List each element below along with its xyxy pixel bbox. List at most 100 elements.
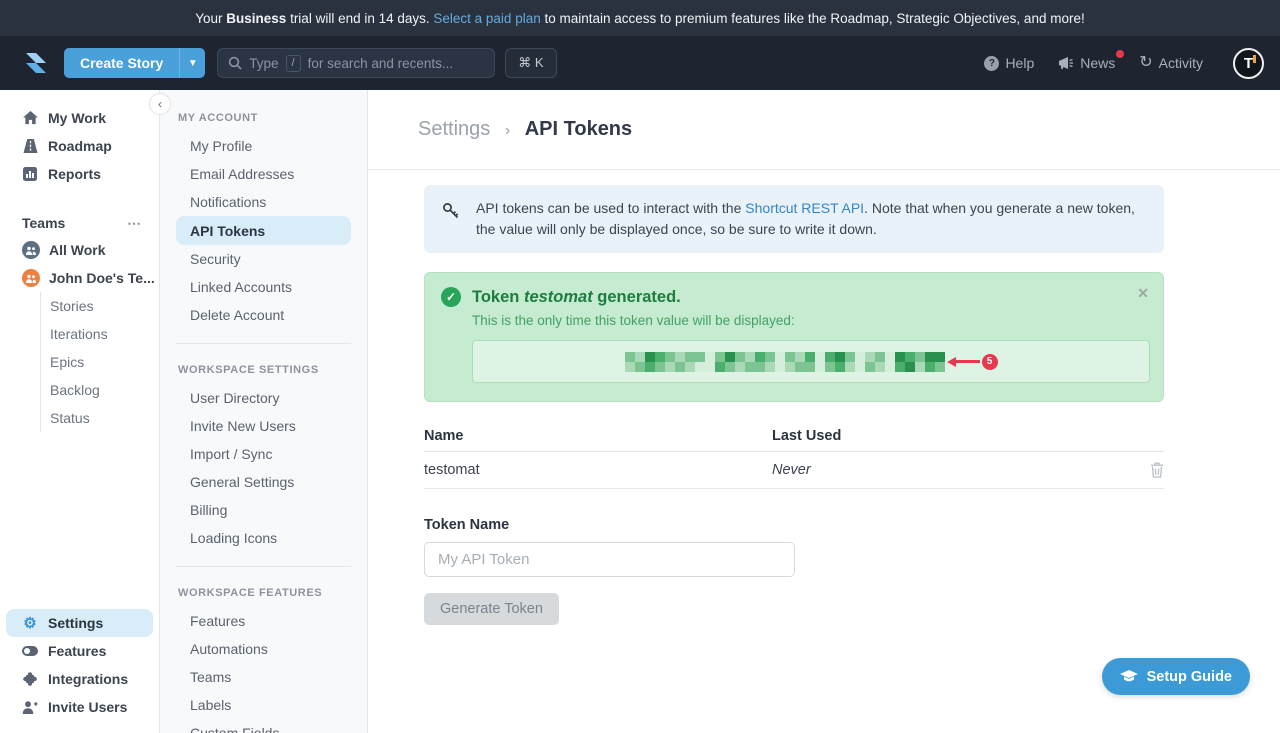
user-avatar[interactable]: T [1233,48,1264,79]
sidebar-item-backlog[interactable]: Backlog [41,376,159,404]
close-icon[interactable]: ✕ [1137,285,1149,302]
activity-button[interactable]: ↻ Activity [1139,55,1203,71]
redacted-token-mosaic [625,352,945,372]
info-text: API tokens can be used to interact with … [476,198,1146,240]
top-navbar: Create Story ▼ Type / for search and rec… [0,36,1280,90]
settings-nav-automations[interactable]: Automations [160,635,367,663]
sidebar-item-reports[interactable]: Reports [0,160,159,188]
person-plus-icon [22,701,38,714]
create-story-caret-icon[interactable]: ▼ [179,48,205,78]
bar-chart-icon [22,167,38,181]
token-name-label: Token Name [424,517,1164,533]
trial-banner: Your Business trial will end in 14 days.… [0,0,1280,36]
help-label: Help [1005,55,1034,71]
generate-token-button[interactable]: Generate Token [424,593,559,625]
news-button[interactable]: News [1058,55,1115,71]
help-button[interactable]: ? Help [984,55,1034,71]
alert-subtitle: This is the only time this token value w… [472,313,1147,328]
table-header-row: Name Last Used [424,420,1164,452]
puzzle-icon [22,672,38,686]
settings-nav-loading-icons[interactable]: Loading Icons [160,524,367,552]
sidebar-item-roadmap[interactable]: Roadmap [0,132,159,160]
trial-text-suffix: to maintain access to premium features l… [541,11,1085,26]
settings-nav-linked-accounts[interactable]: Linked Accounts [160,273,367,301]
trial-text-middle: trial will end in 14 days. [286,11,433,26]
settings-nav-labels[interactable]: Labels [160,691,367,719]
token-name-input[interactable] [424,542,795,577]
search-type-label: Type [249,56,278,71]
sidebar-item-my-work[interactable]: My Work [0,104,159,132]
page-title: API Tokens [525,118,632,140]
cmd-k-shortcut-badge[interactable]: ⌘ K [505,48,556,78]
settings-nav-import-sync[interactable]: Import / Sync [160,440,367,468]
sidebar-item-stories[interactable]: Stories [41,292,159,320]
sidebar-item-label: Settings [48,615,103,631]
news-label: News [1080,55,1115,71]
gear-icon: ⚙ [22,614,38,632]
alert-title: Token testomat generated. [472,288,681,307]
annotation-arrow: 5 [947,354,998,370]
settings-nav-general-settings[interactable]: General Settings [160,468,367,496]
megaphone-icon [1058,56,1074,70]
column-header-name: Name [424,428,772,444]
settings-nav-section-header: WORKSPACE SETTINGS [160,356,367,384]
setup-guide-button[interactable]: Setup Guide [1102,658,1250,695]
home-icon [22,111,38,125]
settings-nav-teams[interactable]: Teams [160,663,367,691]
news-notification-dot [1116,50,1124,58]
search-input[interactable]: Type / for search and recents... [217,48,495,78]
sidebar-item-iterations[interactable]: Iterations [41,320,159,348]
sidebar-item-status[interactable]: Status [41,404,159,432]
sidebar-item-all-work[interactable]: All Work [0,236,159,264]
settings-nav-my-profile[interactable]: My Profile [160,132,367,160]
sidebar-item-invite-users[interactable]: Invite Users [6,693,153,721]
delete-token-icon[interactable] [1150,462,1164,478]
arrow-head-icon [947,357,956,367]
create-story-label[interactable]: Create Story [64,48,179,78]
sidebar-item-epics[interactable]: Epics [41,348,159,376]
graduation-cap-icon [1120,670,1138,684]
team-label: All Work [49,242,106,258]
sidebar-item-label: Roadmap [48,138,112,154]
info-text-before: API tokens can be used to interact with … [476,200,745,216]
search-placeholder: for search and recents... [308,56,454,71]
shortcut-logo-icon[interactable] [20,47,52,79]
activity-icon: ↻ [1139,55,1152,71]
teams-menu-icon[interactable]: ⋯ [127,215,143,232]
slash-key-badge: / [286,55,301,72]
alert-title-suffix: generated. [593,288,681,306]
settings-nav-email-addresses[interactable]: Email Addresses [160,160,367,188]
breadcrumb-separator: › [505,122,510,139]
table-row: testomat Never [424,452,1164,489]
create-story-button[interactable]: Create Story ▼ [64,48,205,78]
settings-nav: MY ACCOUNT My Profile Email Addresses No… [160,90,368,733]
breadcrumb: Settings › API Tokens [418,118,632,141]
sidebar-item-settings[interactable]: ⚙ Settings [6,609,153,637]
settings-nav-security[interactable]: Security [160,245,367,273]
all-work-avatar [22,241,40,259]
main-sidebar: My Work Roadmap Reports Teams ⋯ All Work [0,90,160,733]
sidebar-item-features[interactable]: Features [6,637,153,665]
breadcrumb-settings[interactable]: Settings [418,118,490,140]
divider [176,566,351,567]
settings-nav-api-tokens[interactable]: API Tokens [176,216,351,245]
token-last-used-cell: Never [772,462,1150,478]
settings-nav-billing[interactable]: Billing [160,496,367,524]
sidebar-item-label: Invite Users [48,699,127,715]
search-icon [228,56,242,70]
settings-nav-user-directory[interactable]: User Directory [160,384,367,412]
check-circle-icon: ✓ [441,287,461,307]
select-paid-plan-link[interactable]: Select a paid plan [433,11,540,26]
sidebar-item-integrations[interactable]: Integrations [6,665,153,693]
page-header: Settings › API Tokens [368,90,1280,170]
shortcut-rest-api-link[interactable]: Shortcut REST API [745,200,864,216]
settings-nav-invite-new-users[interactable]: Invite New Users [160,412,367,440]
settings-nav-notifications[interactable]: Notifications [160,188,367,216]
team-label: John Doe's Te... [49,270,155,286]
settings-nav-features[interactable]: Features [160,607,367,635]
settings-nav-custom-fields[interactable]: Custom Fields [160,719,367,733]
sidebar-collapse-button[interactable]: ‹ [149,93,171,115]
toggle-icon [22,646,38,656]
settings-nav-delete-account[interactable]: Delete Account [160,301,367,329]
sidebar-item-john-does-team[interactable]: John Doe's Te... [0,264,159,292]
